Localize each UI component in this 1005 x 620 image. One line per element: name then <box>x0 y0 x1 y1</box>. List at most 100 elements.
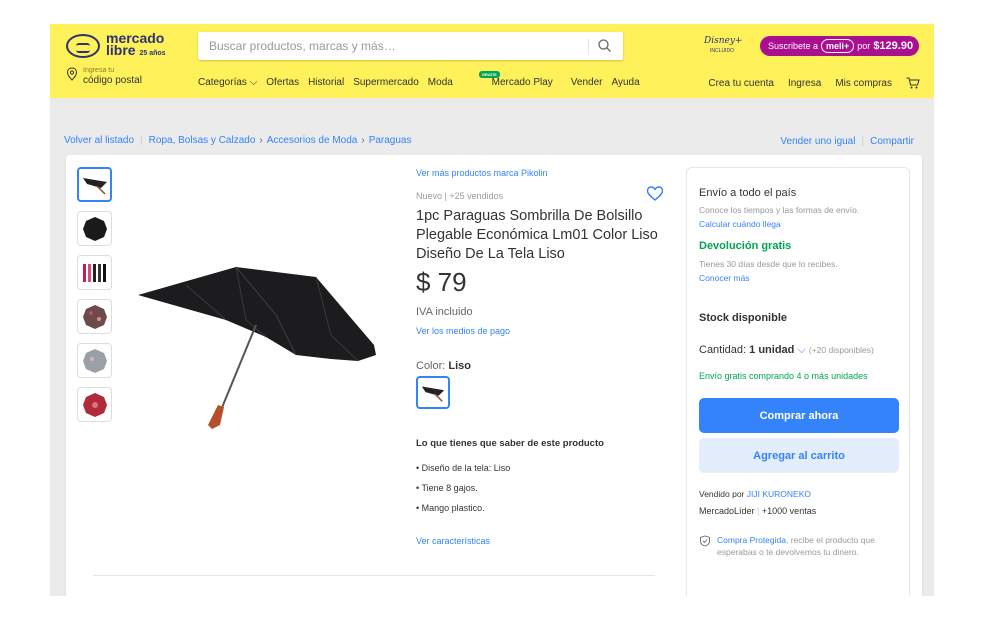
meli-prefix: Suscribete a <box>768 41 819 51</box>
feature-text: Tiene 8 gajos. <box>421 483 478 493</box>
feature-text: Diseño de la tela: Liso <box>421 463 511 473</box>
site-header: mercado libre 25 años Disney+ INCLUIDO S… <box>50 24 934 98</box>
sold-by-prefix: Vendido por <box>699 489 745 499</box>
sold-count: +25 vendidos <box>449 191 504 201</box>
thumbnail-umbrella-open[interactable] <box>77 167 112 202</box>
chevron-right-icon: › <box>361 135 365 146</box>
color-value: Liso <box>448 360 472 372</box>
condition: Nuevo <box>416 191 443 201</box>
back-to-list-link[interactable]: Volver al listado <box>64 135 134 146</box>
create-account-link[interactable]: Crea tu cuenta <box>708 78 774 89</box>
meli-price: $129.90 <box>873 40 914 52</box>
search-bar <box>198 32 623 60</box>
nav-mercado-play-label: Mercado Play <box>491 77 553 88</box>
breadcrumb-actions: Vender uno igual | Compartir <box>780 136 914 147</box>
color-label: Color: Liso <box>416 360 471 372</box>
product-price: $ 79 <box>416 267 467 297</box>
shipping-subtitle: Conoce los tiempos y las formas de envío… <box>699 205 860 215</box>
brand-link[interactable]: Ver más productos marca Pikolin <box>416 168 548 178</box>
breadcrumb: Volver al listado | Ropa, Bolsas y Calzado… <box>64 135 412 146</box>
iva-note: IVA incluido <box>416 306 473 318</box>
add-to-cart-button[interactable]: Agregar al carrito <box>699 438 899 473</box>
thumbnail-umbrella-floral[interactable] <box>77 299 112 334</box>
search-icon[interactable] <box>596 37 614 55</box>
shipping-title: Envío a todo el país <box>699 187 797 199</box>
protected-purchase-link[interactable]: Compra Protegida <box>717 535 786 545</box>
cart-icon[interactable] <box>906 77 920 89</box>
share-link[interactable]: Compartir <box>870 136 914 147</box>
umbrella-swatch-icon <box>421 386 445 402</box>
umbrella-red-icon <box>82 392 107 417</box>
umbrella-floral-icon <box>82 304 107 329</box>
heart-icon[interactable] <box>646 185 664 203</box>
quantity-select[interactable]: 1 unidad <box>749 344 794 356</box>
protected-purchase: Compra Protegida, recibe el producto que… <box>717 534 907 558</box>
nav-ofertas[interactable]: Ofertas <box>266 77 299 88</box>
breadcrumb-item[interactable]: Ropa, Bolsas y Calzado <box>149 135 256 146</box>
nav-vender[interactable]: Vender <box>571 77 603 88</box>
feature-text: Mango plastico. <box>421 503 485 513</box>
thumbnail-umbrella-colors[interactable] <box>77 255 112 290</box>
quantity-label: Cantidad: <box>699 344 747 356</box>
disney-included: INCLUIDO <box>710 48 734 54</box>
product-card: Ver más productos marca Pikolin Nuevo | … <box>66 155 922 596</box>
breadcrumb-item[interactable]: Paraguas <box>369 135 412 146</box>
buy-box: Envío a todo el país Conoce los tiempos … <box>686 167 910 596</box>
umbrella-top-icon <box>82 216 107 241</box>
return-link[interactable]: Conocer más <box>699 273 750 283</box>
nav-mercado-play[interactable]: GRATISMercado Play <box>462 71 562 88</box>
nav-moda[interactable]: Moda <box>428 77 453 88</box>
nav-supermercado[interactable]: Supermercado <box>353 77 419 88</box>
characteristics-link[interactable]: Ver características <box>416 536 490 546</box>
chevron-right-icon: › <box>259 135 263 146</box>
seller-link[interactable]: JIJI KURONEKO <box>747 489 811 499</box>
account-nav: Crea tu cuenta Ingresa Mis compras <box>694 77 920 89</box>
return-title: Devolución gratis <box>699 240 792 252</box>
logo-years: 25 años <box>139 50 166 57</box>
quantity-row: Cantidad: 1 unidad ⌵ (+20 disponibles) <box>699 344 874 357</box>
seller-level: MercadoLíder <box>699 506 755 516</box>
handshake-icon <box>66 34 100 58</box>
seller-sales: +1000 ventas <box>761 506 817 516</box>
product-main-image[interactable] <box>126 225 426 435</box>
mercadolibre-logo[interactable]: mercado libre 25 años <box>66 31 166 60</box>
payment-methods-link[interactable]: Ver los medios de pago <box>416 326 510 336</box>
meli-plus-banner[interactable]: Suscribete a meli+ por $129.90 <box>760 36 919 56</box>
quantity-available: (+20 disponibles) <box>808 345 874 355</box>
nav-historial[interactable]: Historial <box>308 77 344 88</box>
shield-icon <box>700 535 710 547</box>
thumbnail-umbrella-gray[interactable] <box>77 343 112 378</box>
free-shipping-note: Envío gratis comprando 4 o más unidades <box>699 371 868 381</box>
search-input[interactable] <box>198 32 583 60</box>
umbrella-colors-icon <box>82 263 106 282</box>
login-link[interactable]: Ingresa <box>788 78 821 89</box>
umbrella-gray-icon <box>82 348 107 373</box>
color-label-text: Color: <box>416 360 446 372</box>
nav-ayuda[interactable]: Ayuda <box>611 77 639 88</box>
color-option-liso[interactable] <box>416 376 450 409</box>
location-pin-icon <box>66 67 78 81</box>
highlights-title: Lo que tienes que saber de este producto <box>416 438 604 449</box>
disney-plus-logo[interactable]: Disney+ INCLUIDO <box>704 36 743 58</box>
my-purchases-link[interactable]: Mis compras <box>835 78 892 89</box>
postal-main: código postal <box>83 75 142 86</box>
nav-categorias[interactable]: Categorías ⌵ <box>198 77 257 88</box>
chevron-down-icon[interactable]: ⌵ <box>797 344 805 356</box>
shipping-calc-link[interactable]: Calcular cuándo llega <box>699 219 781 229</box>
feature-item: • Tiene 8 gajos. <box>416 483 478 493</box>
thumbnail-umbrella-top[interactable] <box>77 211 112 246</box>
search-divider <box>588 38 589 54</box>
disney-label: Disney+ <box>704 36 743 46</box>
browser-page: mercado libre 25 años Disney+ INCLUIDO S… <box>50 24 934 596</box>
sell-similar-link[interactable]: Vender uno igual <box>780 136 855 147</box>
section-divider <box>93 575 655 576</box>
postal-code-link[interactable]: Ingresa tu código postal <box>66 66 142 86</box>
return-subtitle: Tienes 30 días desde que lo recibes. <box>699 259 838 269</box>
feature-item: • Mango plastico. <box>416 503 485 513</box>
breadcrumb-item[interactable]: Accesorios de Moda <box>267 135 358 146</box>
product-subtitle: Nuevo | +25 vendidos <box>416 191 504 201</box>
thumbnail-umbrella-red[interactable] <box>77 387 112 422</box>
logo-line2: libre <box>106 42 136 58</box>
seller-reputation: MercadoLíder | +1000 ventas <box>699 506 817 516</box>
buy-now-button[interactable]: Comprar ahora <box>699 398 899 433</box>
